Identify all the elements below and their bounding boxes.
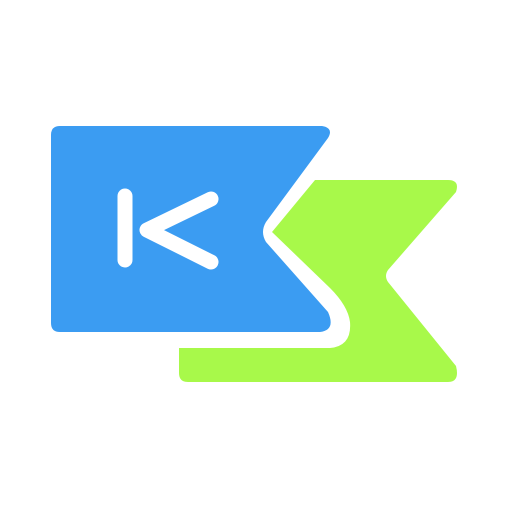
app-logo [0, 0, 512, 512]
k-chevron-logo-icon [43, 118, 457, 382]
